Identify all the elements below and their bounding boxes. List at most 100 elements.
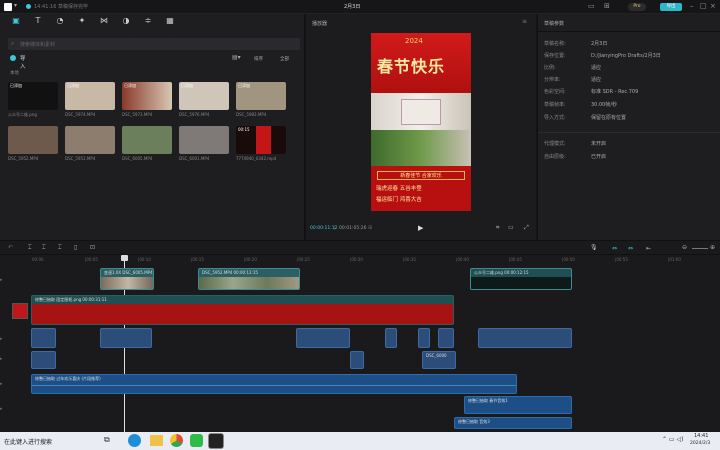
video-clip-1[interactable]: 变速1.0X DSC_6005.MP4 [100, 268, 154, 290]
video-clip-3[interactable]: 公众号二维.png 00:00:12:15 [470, 268, 572, 290]
track-lock-icon-3[interactable]: ▸ [0, 356, 3, 362]
media-clip[interactable] [122, 126, 172, 154]
pro-button[interactable]: Pro [628, 3, 646, 11]
fullscreen-icon[interactable]: ⤢ [524, 224, 529, 232]
small-clip-i[interactable] [350, 351, 364, 369]
delete-icon[interactable]: ▯ [74, 244, 77, 251]
snap-icon[interactable]: ⇔ [628, 245, 633, 252]
image-clip-main[interactable]: 修整已抽取 固定图框.png 00:00:31:11 [31, 295, 454, 325]
small-clip-c[interactable] [296, 328, 350, 348]
tool-template[interactable]: ▦模板 [160, 16, 180, 44]
audio-clip-c[interactable]: 修整已抽取 音效3 [454, 417, 572, 429]
filter-all-button[interactable]: 全部 [280, 56, 289, 62]
media-icon: ▣ [12, 16, 20, 25]
ruler-tick: 00:00 [32, 257, 44, 262]
playhead-head[interactable] [121, 255, 128, 261]
search-input[interactable]: ⌕ 搜索媒体和素材 [8, 38, 300, 50]
play-button[interactable]: ▶ [418, 224, 423, 232]
media-clip[interactable] [179, 126, 229, 154]
track-lock-icon-4[interactable]: ▸ [0, 381, 3, 387]
media-clip[interactable]: 已添加 [236, 82, 286, 110]
video-clip-2[interactable]: DSC_5952.MP4 00:00:12:15 [198, 268, 300, 290]
props-divider-2 [538, 132, 720, 133]
audio-clip-main[interactable]: 修整已抽取 过年欢乐喜庆 (片段推荐) [31, 374, 517, 394]
media-clip-name: DSC_5976.MP4 [179, 112, 210, 117]
taskbar-search-text[interactable]: 在此键入进行搜索 [4, 437, 52, 446]
small-clip-g[interactable] [478, 328, 572, 348]
properties-panel: 草稿参数 草稿名称: 2月3日 保存位置: D:/JianyingPro Drafts… [537, 14, 720, 240]
tool-effects[interactable]: ✦特效 [72, 16, 92, 44]
track-lock-icon-2[interactable]: ▸ [0, 336, 3, 342]
clip-badge: 00:15 [238, 127, 250, 132]
small-clip-d[interactable] [385, 328, 397, 348]
crop-icon[interactable]: ⌗ [496, 224, 499, 232]
tool-filter[interactable]: ◑滤镜 [116, 16, 136, 44]
small-clip-b[interactable] [100, 328, 152, 348]
task-view-icon[interactable]: ⧉ [104, 435, 110, 445]
chrome-icon[interactable] [170, 434, 183, 447]
audio-clip-b[interactable]: 修整已抽取 春节音效1 [464, 396, 572, 414]
frame-icon[interactable]: ⊞ [368, 225, 372, 231]
link-icon[interactable]: ⇔ [612, 245, 617, 252]
media-clip[interactable] [8, 126, 58, 154]
zoom-slider[interactable] [692, 248, 708, 249]
poster-banner: 新春佳节 合家欢乐 [377, 171, 465, 180]
small-clip-j[interactable]: DSC_6000 [422, 351, 456, 369]
title-bar: ▾ 14:41:16 草稿保存完毕 2月3日 ▭ ⊞ Pro 导出 – □ × [0, 0, 720, 14]
player-menu-icon[interactable]: ≡ [522, 18, 527, 25]
layout-icon[interactable]: ⊞ [604, 2, 610, 10]
small-clip-a[interactable] [31, 328, 56, 348]
media-clip[interactable] [65, 126, 115, 154]
split-left-icon[interactable]: ⌶ [42, 244, 46, 252]
small-clip-f[interactable] [438, 328, 454, 348]
preview-axis-icon[interactable]: ⇤ [646, 245, 651, 252]
player-title: 播放器 [312, 21, 328, 27]
zoom-out-icon[interactable]: ⊖ [682, 244, 687, 251]
tool-media[interactable]: ▣媒体 [6, 16, 26, 44]
split-right-icon[interactable]: ⌶ [58, 244, 62, 252]
undo-icon[interactable]: ↶ [8, 244, 13, 251]
zoom-in-icon[interactable]: ⊕ [710, 244, 715, 251]
sort-button[interactable]: 排序 [254, 56, 263, 62]
close-icon[interactable]: × [710, 2, 716, 10]
filter-icon: ◑ [122, 16, 130, 25]
media-clip[interactable]: 已添加 [65, 82, 115, 110]
tool-transition[interactable]: ⋈转场 [94, 16, 114, 44]
small-clip-h[interactable] [31, 351, 56, 369]
ratio-icon[interactable]: ▭ [508, 224, 514, 231]
minimize-icon[interactable]: – [690, 2, 694, 10]
small-clip-e[interactable] [418, 328, 430, 348]
prop-key: 分辨率: [544, 77, 561, 83]
wechat-icon[interactable] [190, 434, 203, 447]
mic-icon[interactable]: 🎙 [590, 244, 598, 251]
media-clip[interactable]: 已添加 [122, 82, 172, 110]
prop-value: 未开启 [591, 141, 607, 147]
track-lock-icon[interactable]: ▸ [0, 277, 3, 283]
clip-badge: 已添加 [181, 83, 193, 88]
capcut-icon[interactable] [208, 433, 224, 449]
edge-icon[interactable] [128, 434, 141, 447]
clock-date: 2024/2/3 [690, 441, 711, 446]
monitor-icon[interactable]: ▭ [588, 2, 595, 10]
media-clip[interactable]: 已添加 [179, 82, 229, 110]
tray-icons[interactable]: ⌃ ▭ ◁) [662, 436, 683, 443]
taskbar: 在此键入进行搜索 ⧉ ⌃ ▭ ◁) 14:41 2024/2/3 [0, 432, 720, 450]
view-toggle-button[interactable]: ▤▾ [232, 54, 241, 61]
search-placeholder: 搜索媒体和素材 [20, 42, 56, 48]
export-button[interactable]: 导出 [660, 3, 682, 11]
tool-adjust[interactable]: ≑调节 [138, 16, 158, 44]
clip-label: 修整已抽取 音效3 [458, 419, 490, 424]
track-lock-icon-5[interactable]: ▸ [0, 406, 3, 412]
prop-key: 导入方式: [544, 115, 566, 121]
screenshot-icon[interactable]: ⊡ [90, 244, 95, 251]
media-clip[interactable]: 已添加 [8, 82, 58, 110]
cover-thumbnail[interactable] [12, 303, 28, 319]
text-icon: T [35, 16, 41, 25]
tool-text[interactable]: T文本 [28, 16, 48, 44]
split-icon[interactable]: ⌶ [28, 244, 32, 252]
media-clip[interactable]: 00:15 [236, 126, 286, 154]
app-menu[interactable]: ▾ [14, 2, 20, 10]
maximize-icon[interactable]: □ [700, 2, 707, 10]
explorer-icon[interactable] [150, 435, 163, 446]
tool-sticker[interactable]: ◔贴纸 [50, 16, 70, 44]
